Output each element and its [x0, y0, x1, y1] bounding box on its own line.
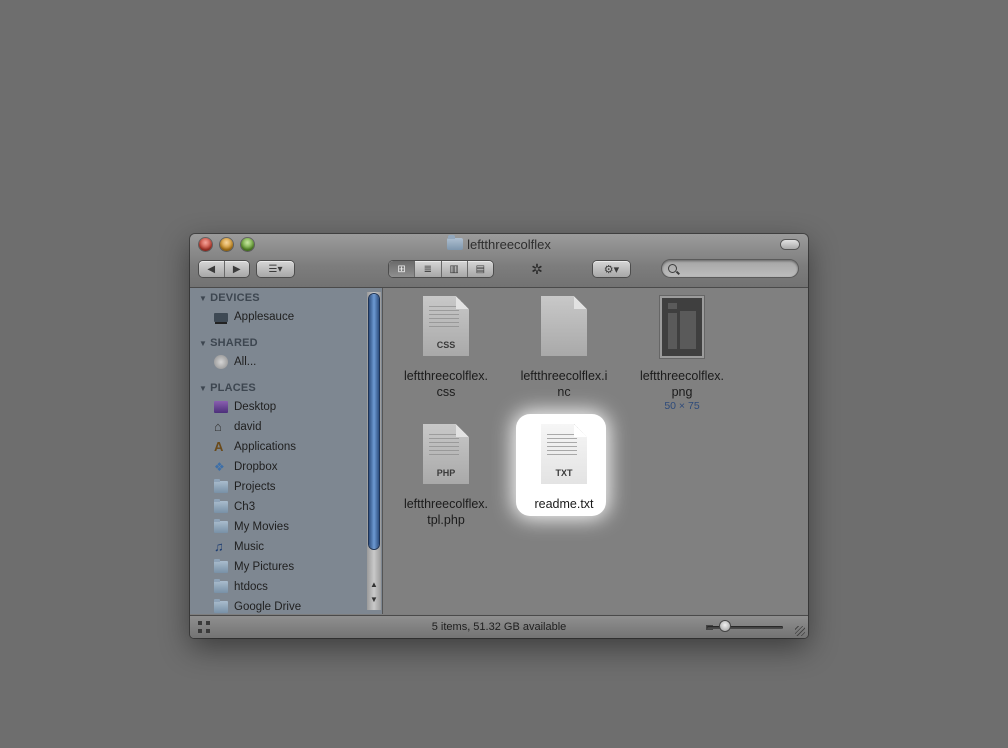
network-icon — [214, 355, 228, 369]
sidebar-item-all[interactable]: All... — [214, 352, 364, 372]
dropbox-icon: ❖ — [214, 460, 225, 474]
back-arrow-icon: ◀ — [207, 263, 216, 275]
sidebar-scroll-thumb[interactable] — [369, 294, 379, 549]
sidebar-item-dropbox[interactable]: ❖ Dropbox — [214, 457, 364, 477]
image-dimensions: 50 × 75 — [664, 400, 700, 412]
folder-icon — [447, 235, 464, 250]
search-field[interactable] — [662, 260, 798, 279]
file-name: leftthreecolflex. css — [403, 369, 489, 399]
action-button[interactable]: ⚙▾ — [593, 261, 630, 277]
file-name: leftthreecolflex. tpl.php — [403, 497, 489, 527]
file-item-png[interactable]: leftthreecolflex. png 50 × 75 — [626, 298, 738, 412]
scroll-down-arrow-icon[interactable]: ▼ — [369, 595, 379, 605]
sidebar-item-desktop[interactable]: Desktop — [214, 397, 364, 417]
quick-look-icon: ✲ — [531, 260, 543, 277]
window-title-text: leftthreecolflex — [467, 237, 551, 252]
file-item-readme-txt[interactable]: TXT readme.txt — [508, 424, 620, 512]
back-forward-control: ◀ ▶ — [199, 261, 249, 277]
back-button[interactable]: ◀ — [199, 261, 224, 277]
icon-size-slider[interactable] — [707, 626, 783, 629]
disclosure-triangle-icon: ▼ — [199, 384, 208, 393]
sidebar-item-my-movies[interactable]: My Movies — [214, 517, 364, 537]
desktop-icon — [214, 401, 228, 413]
sidebar-item-ch3[interactable]: Ch3 — [214, 497, 364, 517]
finder-window: leftthreecolflex ◀ ▶ ☰▾ ⊞ ≣ ▥ ▤ ✲ ⚙▾ ▼ D… — [190, 234, 808, 638]
laptop-icon — [214, 312, 228, 322]
disclosure-triangle-icon: ▼ — [199, 294, 208, 303]
image-thumbnail-icon — [662, 298, 702, 356]
arrange-menu-icon: ☰▾ — [268, 263, 283, 275]
sidebar-item-applesauce[interactable]: Applesauce — [214, 307, 364, 327]
window-title: leftthreecolflex — [190, 235, 808, 254]
sidebar-section-places[interactable]: ▼ PLACES — [199, 382, 256, 394]
coverflow-view-icon: ▤ — [475, 263, 486, 275]
music-icon: ♫ — [214, 539, 224, 554]
column-view-button[interactable]: ▥ — [440, 261, 467, 277]
search-icon — [668, 264, 677, 273]
applications-icon: A — [214, 439, 224, 454]
folder-icon — [214, 519, 228, 533]
sidebar-item-google-drive[interactable]: Google Drive — [214, 597, 364, 617]
quick-look-button[interactable]: ✲ — [524, 260, 550, 278]
sidebar-item-applications[interactable]: A Applications — [214, 437, 364, 457]
sidebar-scrollbar[interactable]: ▲ ▼ — [367, 292, 381, 610]
icon-view-button[interactable]: ⊞ — [389, 261, 415, 277]
column-view-icon: ▥ — [449, 263, 459, 275]
folder-icon — [214, 499, 228, 513]
status-bar: 5 items, 51.32 GB available — [190, 615, 808, 638]
file-item-inc[interactable]: leftthreecolflex.i nc — [508, 296, 620, 400]
icon-view-icon: ⊞ — [397, 263, 406, 275]
sidebar-section-devices[interactable]: ▼ DEVICES — [199, 292, 260, 304]
sidebar-item-projects[interactable]: Projects — [214, 477, 364, 497]
blank-file-icon — [541, 296, 587, 356]
icon-size-slider-knob[interactable] — [720, 621, 730, 631]
sidebar-item-my-pictures[interactable]: My Pictures — [214, 557, 364, 577]
search-input[interactable] — [680, 260, 794, 279]
gear-icon: ⚙▾ — [603, 263, 620, 276]
folder-icon — [214, 559, 228, 573]
file-name: readme.txt — [534, 497, 594, 511]
folder-icon — [214, 479, 228, 493]
css-file-icon: CSS — [423, 296, 469, 356]
file-name: leftthreecolflex. png — [639, 369, 725, 399]
sidebar-item-htdocs[interactable]: htdocs — [214, 577, 364, 597]
file-item-css[interactable]: CSS leftthreecolflex. css — [390, 296, 502, 400]
title-bar[interactable]: leftthreecolflex ◀ ▶ ☰▾ ⊞ ≣ ▥ ▤ ✲ ⚙▾ — [190, 234, 808, 288]
arrange-button[interactable]: ☰▾ — [257, 261, 294, 277]
sidebar-item-david[interactable]: ⌂ david — [214, 417, 364, 437]
view-mode-control: ⊞ ≣ ▥ ▤ — [389, 261, 493, 277]
home-icon: ⌂ — [214, 419, 222, 434]
list-view-icon: ≣ — [423, 263, 433, 275]
txt-file-icon: TXT — [541, 424, 587, 484]
coverflow-view-button[interactable]: ▤ — [466, 261, 493, 277]
scroll-up-arrow-icon[interactable]: ▲ — [369, 580, 379, 590]
sidebar-section-shared[interactable]: ▼ SHARED — [199, 337, 258, 349]
resize-grip-icon[interactable] — [795, 626, 805, 636]
sidebar-item-music[interactable]: ♫ Music — [214, 537, 364, 557]
php-file-icon: PHP — [423, 424, 469, 484]
list-view-button[interactable]: ≣ — [414, 261, 440, 277]
toolbar-toggle-button[interactable] — [781, 240, 799, 249]
sidebar: ▼ DEVICES Applesauce ▼ SHARED All... ▼ PLAC… — [190, 288, 383, 614]
folder-icon — [214, 579, 228, 593]
forward-arrow-icon: ▶ — [232, 263, 241, 275]
file-name: leftthreecolflex.i nc — [520, 369, 608, 399]
disclosure-triangle-icon: ▼ — [199, 339, 208, 348]
folder-icon — [214, 599, 228, 613]
forward-button[interactable]: ▶ — [223, 261, 250, 277]
file-item-tpl-php[interactable]: PHP leftthreecolflex. tpl.php — [390, 424, 502, 528]
